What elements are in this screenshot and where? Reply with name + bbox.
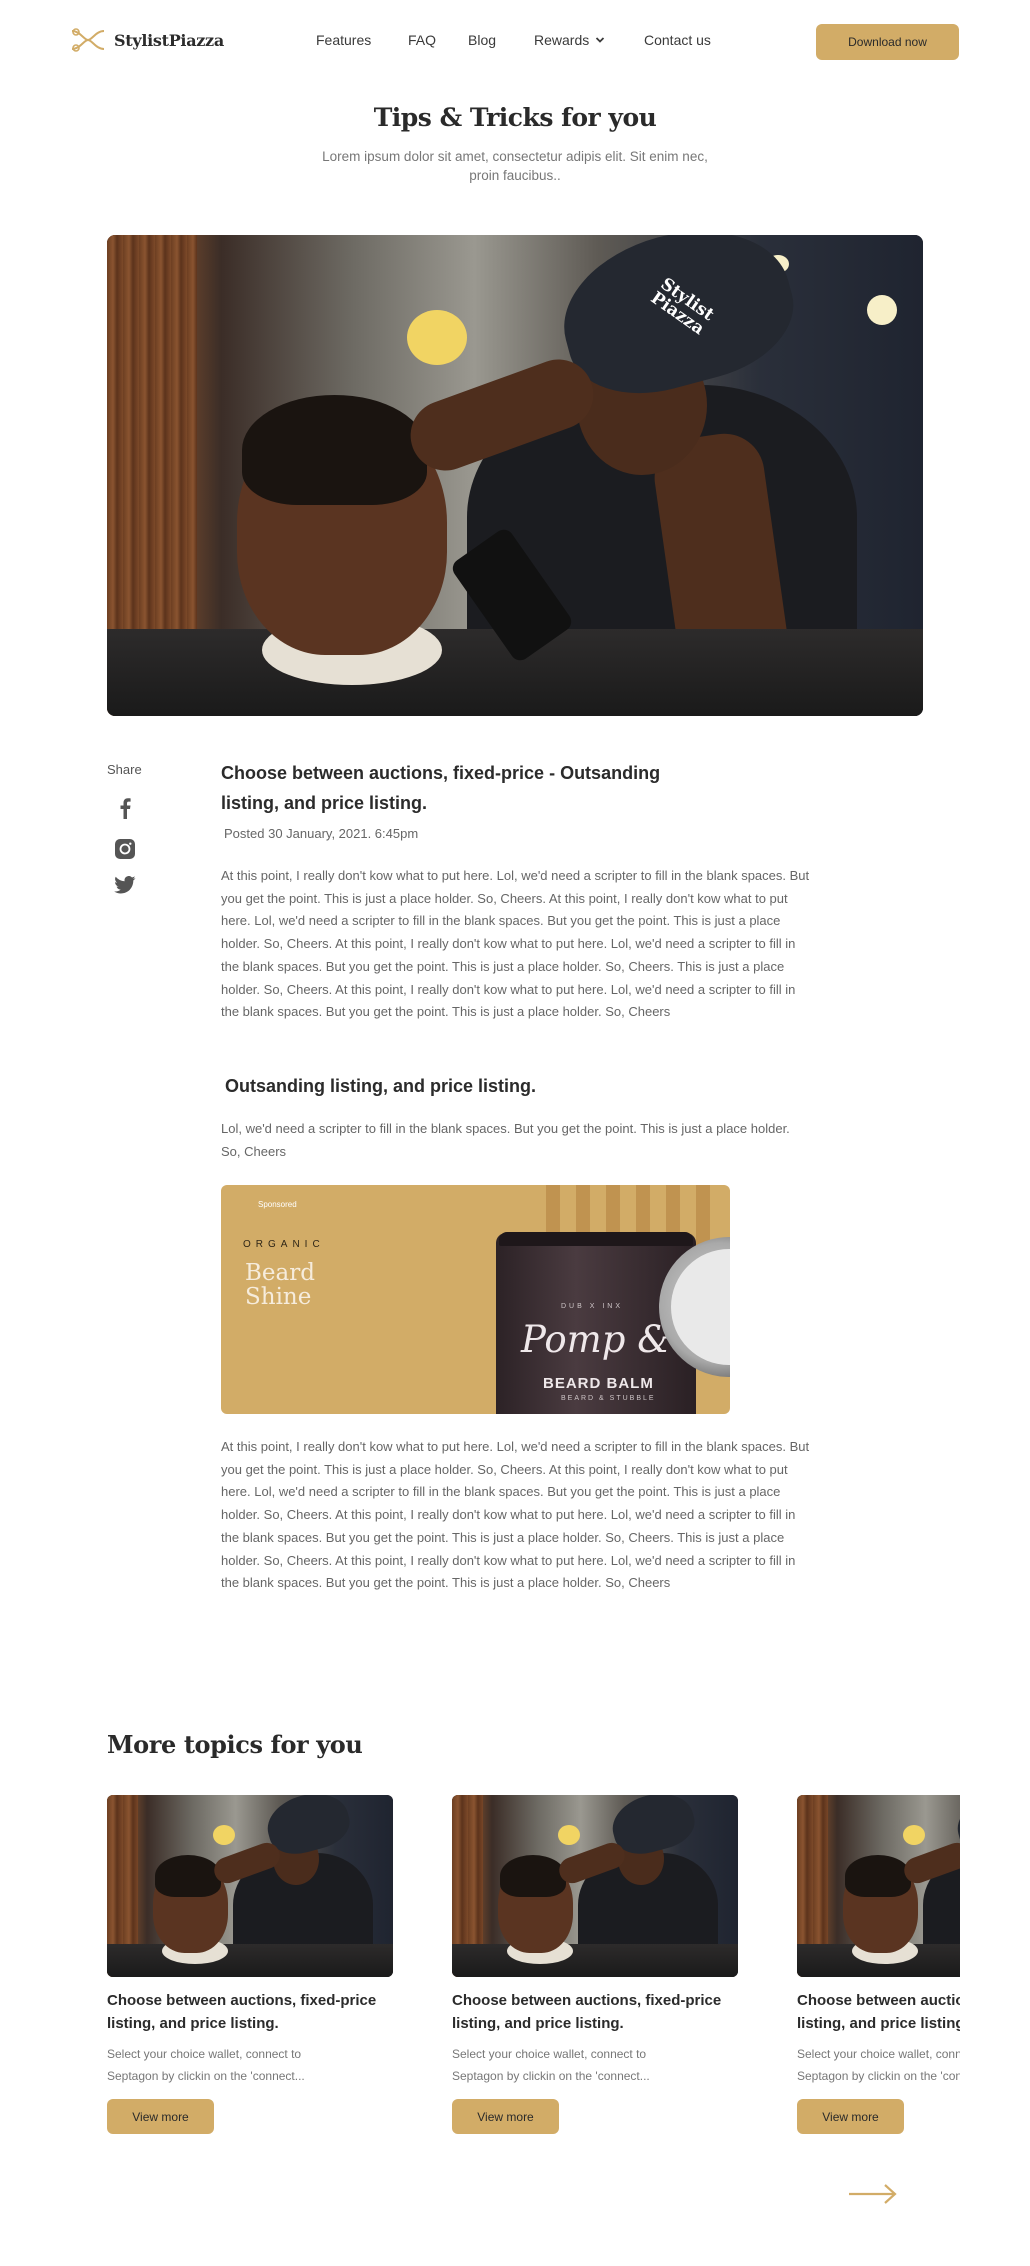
nav-link-rewards[interactable]: Rewards [534, 32, 605, 48]
topic-card-desc: Select your choice wallet, connect to Se… [452, 2047, 650, 2083]
chevron-down-icon [596, 37, 605, 43]
view-more-button[interactable]: View more [797, 2099, 904, 2134]
jar-script-brand: Pomp & [521, 1318, 671, 1361]
view-more-button[interactable]: View more [452, 2099, 559, 2134]
topic-card: Choose between auctions, fixed-price lis… [797, 1795, 960, 2134]
twitter-icon[interactable] [114, 874, 136, 896]
nav-link-blog[interactable]: Blog [468, 32, 496, 48]
page-title: Tips & Tricks for you [373, 103, 657, 132]
view-more-button[interactable]: View more [107, 2099, 214, 2134]
article-title: Choose between auctions, fixed-price - O… [221, 763, 661, 813]
topic-card-title: Choose between auctions, fixed-price lis… [797, 1992, 960, 2032]
topic-card-title: Choose between auctions, fixed-price lis… [107, 1992, 377, 2032]
topic-card-image[interactable] [452, 1795, 738, 1977]
brand-name: StylistPiazza [114, 30, 224, 50]
page-subtitle: Lorem ipsum dolor sit amet, consectetur … [322, 149, 708, 183]
jar-product-name: BEARD BALM [543, 1375, 654, 1392]
arrow-right-icon[interactable] [848, 2182, 898, 2206]
topic-card-image[interactable] [797, 1795, 960, 1977]
posted-date: Posted 30 January, 2021. 6:45pm [224, 826, 419, 841]
nav-link-contact[interactable]: Contact us [644, 32, 711, 48]
nav-link-rewards-label: Rewards [534, 32, 590, 48]
jar-product-sub: BEARD & STUBBLE [561, 1395, 656, 1402]
brand-logo[interactable]: StylistPiazza [70, 28, 224, 52]
instagram-icon[interactable] [114, 838, 136, 860]
topic-card-desc: Select your choice wallet, connect to Se… [107, 2047, 305, 2083]
topic-card-title: Choose between auctions, fixed-price lis… [452, 1992, 722, 2032]
article-paragraph-3: At this point, I really don't kow what t… [221, 1439, 810, 1591]
topic-card-desc: Select your choice wallet, connect to Se… [797, 2047, 960, 2083]
sponsored-ad-banner[interactable]: Sponsored ORGANIC Beard Shine DUB X INX … [221, 1185, 730, 1414]
sponsored-label: Sponsored [258, 1200, 297, 1209]
nav-link-faq[interactable]: FAQ [408, 32, 436, 48]
topic-card: Choose between auctions, fixed-price lis… [107, 1795, 393, 2134]
section-heading: Outsanding listing, and price listing. [225, 1076, 537, 1096]
ad-eyebrow: ORGANIC [243, 1239, 325, 1250]
facebook-icon[interactable] [114, 797, 136, 819]
topics-carousel: Choose between auctions, fixed-price lis… [107, 1795, 960, 2135]
download-now-button[interactable]: Download now [816, 24, 959, 60]
topic-card: Choose between auctions, fixed-price lis… [452, 1795, 738, 2134]
top-nav: StylistPiazza Features FAQ Blog Rewards … [0, 0, 1030, 84]
topic-card-image[interactable] [107, 1795, 393, 1977]
crossed-scissors-icon [71, 28, 105, 52]
nav-link-features[interactable]: Features [316, 32, 371, 48]
share-label: Share [107, 762, 142, 777]
jar-brand-top: DUB X INX [561, 1303, 624, 1310]
article-paragraph-2: Lol, we'd need a scripter to fill in the… [221, 1121, 790, 1159]
hero-image: Stylist Piazza [107, 235, 923, 716]
more-topics-title: More topics for you [107, 1730, 363, 1759]
ad-headline: Beard Shine [245, 1260, 315, 1310]
article-paragraph-1: At this point, I really don't kow what t… [221, 868, 810, 1020]
